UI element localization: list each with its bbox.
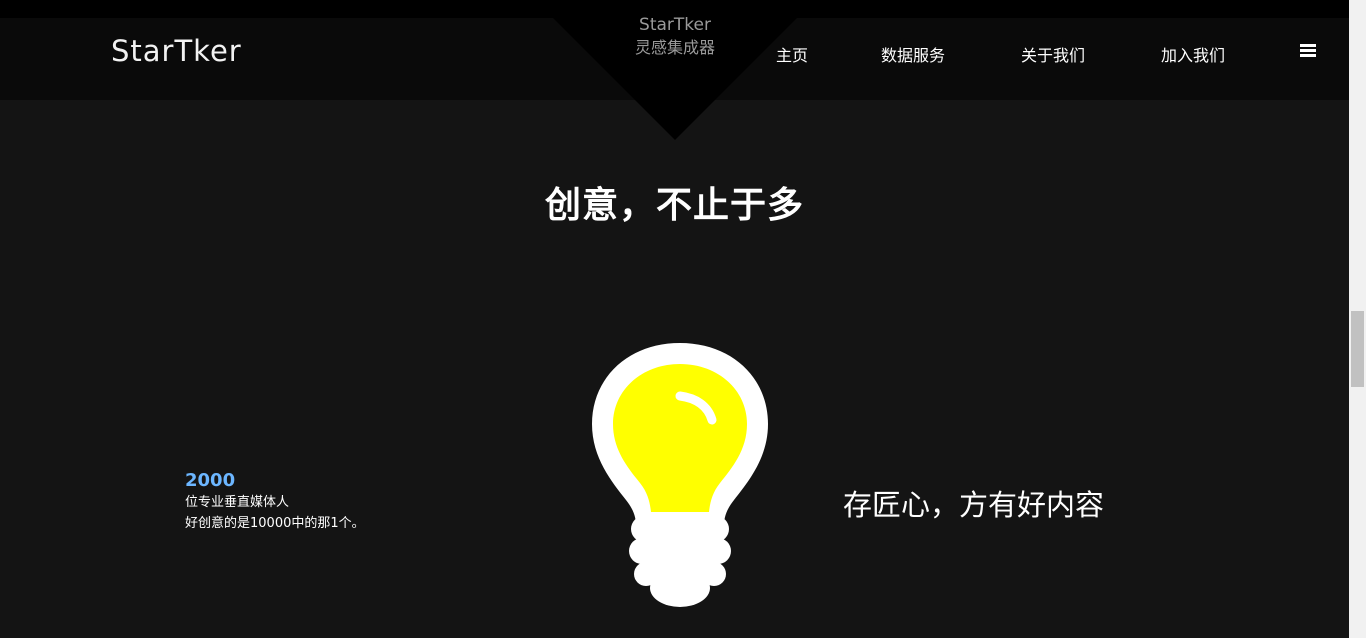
center-brand-en: StarTker: [639, 15, 711, 35]
nav-item-home[interactable]: 主页: [776, 42, 808, 66]
tagline: 存匠心，方有好内容: [843, 488, 1105, 522]
page-headline: 创意，不止于多: [544, 185, 804, 226]
site-logo[interactable]: StarTker: [111, 34, 242, 68]
center-brand[interactable]: StarTker 灵感集成器: [600, 14, 750, 60]
stat-number: 2000: [185, 470, 236, 491]
center-brand-cn: 灵感集成器: [634, 38, 715, 57]
scrollbar-thumb[interactable]: [1351, 311, 1364, 387]
light-bulb-illustration: [592, 343, 768, 607]
hamburger-menu-icon[interactable]: [1300, 44, 1316, 58]
vertical-scrollbar[interactable]: [1349, 0, 1366, 638]
nav-item-data-service[interactable]: 数据服务: [881, 42, 945, 66]
stat-line-2: 好创意的是10000中的那1个。: [185, 516, 365, 531]
stat-block: 2000 位专业垂直媒体人 好创意的是10000中的那1个。: [185, 470, 365, 534]
nav-item-join[interactable]: 加入我们: [1161, 42, 1225, 66]
nav-item-about[interactable]: 关于我们: [1021, 42, 1085, 66]
stat-line-1: 位专业垂直媒体人: [185, 495, 290, 510]
